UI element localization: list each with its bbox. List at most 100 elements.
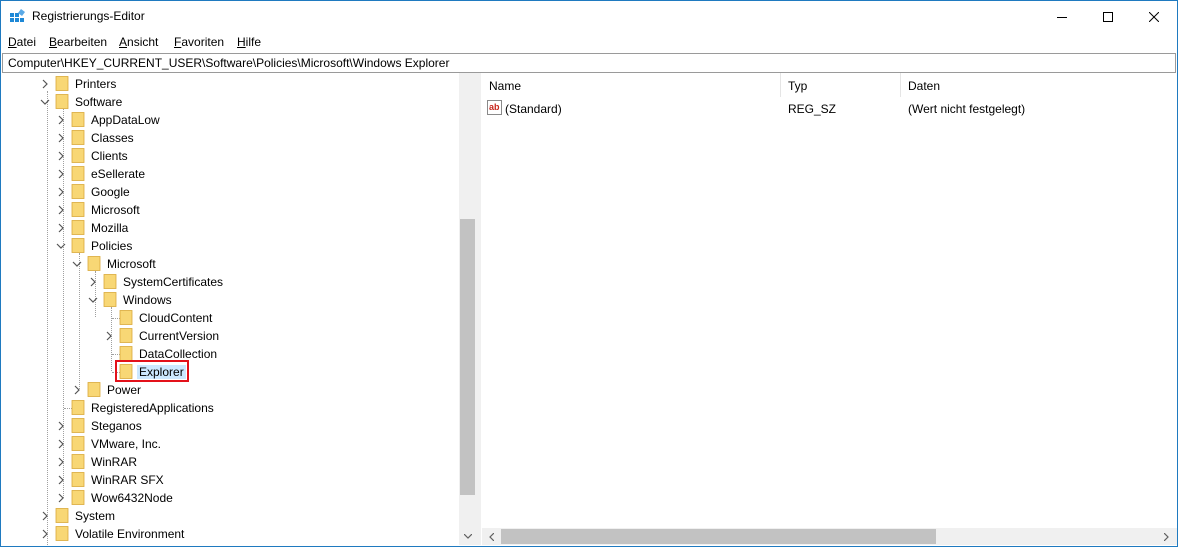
title-bar: Registrierungs-Editor [1,1,1177,32]
tree-item-label: System [75,509,116,523]
tree-connector [47,91,48,545]
value-data: (Wert nicht festgelegt) [908,102,1026,116]
tree-item-label: WinRAR [91,455,138,469]
column-header-type[interactable]: Typ [788,79,807,93]
folder-icon [71,202,85,217]
chevron-down-icon[interactable] [71,257,83,271]
key-tree: Printers Software AppDataLow Classes Clients… [1,73,476,545]
folder-icon [55,526,69,541]
chevron-down-icon[interactable] [55,239,67,253]
chevron-down-icon [463,534,472,539]
tree-item-label: Microsoft [91,203,140,217]
value-name: (Standard) [505,102,562,116]
folder-icon [103,292,117,307]
tree-item-label: CurrentVersion [139,329,220,343]
chevron-right-icon[interactable] [103,329,115,343]
folder-icon [55,76,69,91]
list-scroll-right-button[interactable] [1158,528,1175,545]
chevron-right-icon[interactable] [55,473,67,487]
tree-scroll-down-button[interactable] [459,528,476,545]
folder-icon [87,382,101,397]
chevron-right-icon[interactable] [55,203,67,217]
value-list: Name Typ Daten ab (Standard) REG_SZ (Wer… [481,73,1177,545]
folder-icon [71,490,85,505]
chevron-right-icon[interactable] [55,221,67,235]
address-path: Computer\HKEY_CURRENT_USER\Software\Poli… [8,56,450,70]
folder-icon [55,94,69,109]
chevron-right-icon[interactable] [55,131,67,145]
chevron-down-icon[interactable] [39,95,51,109]
chevron-right-icon[interactable] [71,383,83,397]
svg-text:ab: ab [489,102,500,112]
column-separator[interactable] [780,73,781,97]
folder-icon [71,400,85,415]
tree-item-label: Classes [91,131,134,145]
tree-item-label: Mozilla [91,221,129,235]
tree-item-label: VMware, Inc. [91,437,162,451]
tree-item-label: Policies [91,239,133,253]
tree-item-label: Google [91,185,130,199]
tree-item-label: Volatile Environment [75,527,185,541]
close-icon [1149,11,1159,22]
chevron-right-icon[interactable] [39,527,51,541]
address-bar[interactable]: Computer\HKEY_CURRENT_USER\Software\Poli… [2,53,1176,73]
folder-icon [71,184,85,199]
column-header-name[interactable]: Name [489,79,521,93]
chevron-right-icon[interactable] [39,509,51,523]
tree-item-label: eSellerate [91,167,146,181]
chevron-right-icon[interactable] [55,437,67,451]
chevron-right-icon[interactable] [39,77,51,91]
tree-item-label: Printers [75,77,117,91]
close-button[interactable] [1131,1,1177,32]
string-value-icon: ab [487,100,502,115]
registry-editor-window: Registrierungs-Editor Datei Bearbeiten A… [0,0,1178,547]
folder-icon [87,256,101,271]
maximize-button[interactable] [1085,1,1131,32]
chevron-right-icon[interactable] [55,149,67,163]
folder-icon [71,112,85,127]
chevron-right-icon[interactable] [55,167,67,181]
tree-item-label: Steganos [91,419,142,433]
folder-icon [71,436,85,451]
maximize-icon [1103,11,1113,22]
chevron-right-icon[interactable] [55,113,67,127]
tree-item-label: Wow6432Node [91,491,173,505]
chevron-right-icon[interactable] [55,185,67,199]
list-scroll-left-button[interactable] [483,528,500,545]
list-scroll-thumb[interactable] [501,529,936,544]
minimize-button[interactable] [1039,1,1085,32]
column-separator[interactable] [900,73,901,97]
column-header-data[interactable]: Daten [908,79,940,93]
menu-bar: Datei Bearbeiten Ansicht Favoriten Hilfe [1,32,1177,52]
chevron-right-icon [1164,532,1169,541]
chevron-left-icon [489,532,494,541]
chevron-right-icon[interactable] [55,455,67,469]
tree-item-label: Windows [123,293,172,307]
menu-hilfe[interactable]: Hilfe [237,35,261,49]
tree-connector [79,253,80,389]
tree-item-label: SystemCertificates [123,275,224,289]
menu-datei[interactable]: Datei [8,35,36,49]
chevron-right-icon[interactable] [55,491,67,505]
tree-item-label: CloudContent [139,311,213,325]
menu-ansicht[interactable]: Ansicht [119,35,158,49]
chevron-down-icon[interactable] [87,293,99,307]
tree-item-label: Microsoft [107,257,156,271]
menu-bearbeiten[interactable]: Bearbeiten [49,35,107,49]
window-title: Registrierungs-Editor [32,9,145,23]
menu-favoriten[interactable]: Favoriten [174,35,224,49]
folder-icon [119,310,133,325]
folder-icon [103,274,117,289]
tree-scroll-thumb[interactable] [460,219,475,495]
tree-item-label: AppDataLow [91,113,160,127]
value-type: REG_SZ [788,102,837,116]
folder-icon [71,220,85,235]
folder-icon [119,346,133,361]
folder-icon [71,148,85,163]
folder-icon [55,508,69,523]
tree-item-label: Software [75,95,123,109]
folder-icon [71,418,85,433]
tree-item-label: Clients [91,149,128,163]
chevron-right-icon[interactable] [87,275,99,289]
chevron-right-icon[interactable] [55,419,67,433]
